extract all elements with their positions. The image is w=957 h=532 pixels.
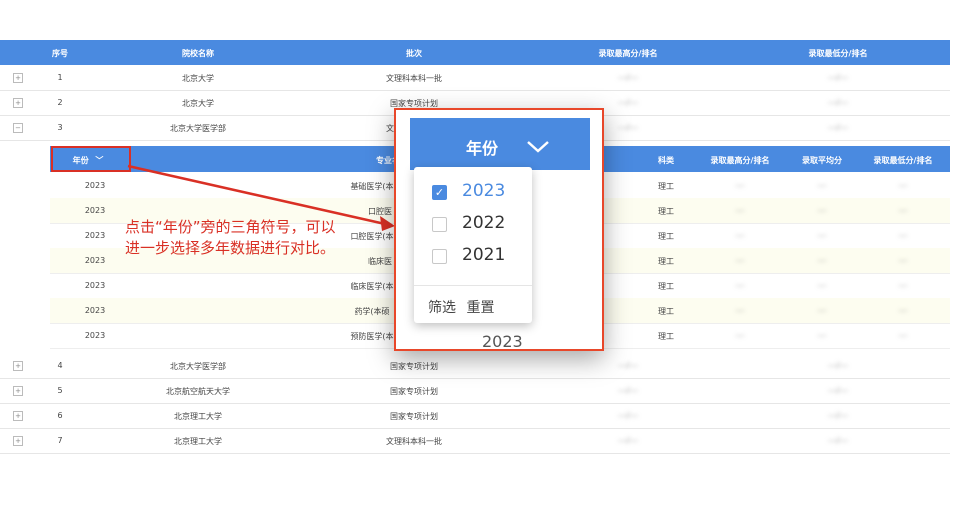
- checkbox-icon[interactable]: [432, 217, 447, 232]
- popup-cell-value: 2023: [482, 332, 523, 351]
- divider: [414, 285, 532, 286]
- zoom-callout: 年份 ✓ 2023 2022 2021 筛选 重置 2023: [394, 108, 604, 351]
- dropdown-actions: 筛选 重置: [428, 297, 500, 317]
- year-filter-dropdown: ✓ 2023 2022 2021 筛选 重置: [414, 167, 532, 323]
- chevron-down-icon[interactable]: [526, 140, 550, 154]
- checkbox-checked-icon[interactable]: ✓: [432, 185, 447, 200]
- filter-button[interactable]: 筛选: [428, 300, 456, 316]
- reset-button[interactable]: 重置: [466, 300, 494, 316]
- popup-year-header[interactable]: 年份: [410, 118, 590, 170]
- checkbox-icon[interactable]: [432, 249, 447, 264]
